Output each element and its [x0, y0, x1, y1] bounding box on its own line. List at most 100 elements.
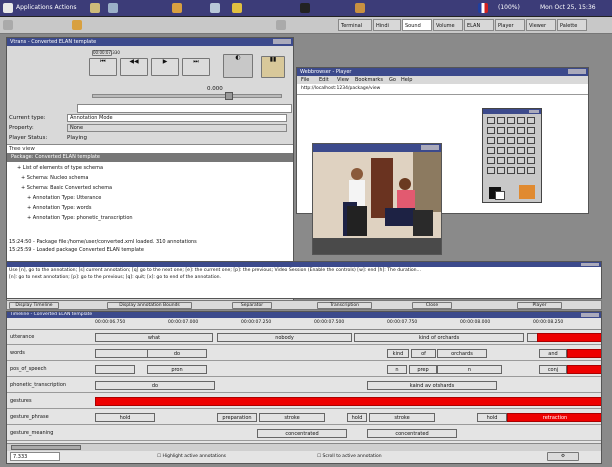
menu-go[interactable]: Go	[389, 76, 396, 84]
palette-tool-icon[interactable]	[487, 167, 495, 174]
forward-button[interactable]: ⏭	[182, 58, 210, 76]
palette-tool-icon[interactable]	[507, 137, 515, 144]
palette-tool-icon[interactable]	[517, 127, 525, 134]
palette-tool-icon[interactable]	[507, 157, 515, 164]
show-desktop-icon[interactable]	[3, 20, 13, 30]
palette-tool-icon[interactable]	[497, 167, 505, 174]
workspace-icon[interactable]	[276, 20, 286, 30]
play-button[interactable]: ▶	[151, 58, 179, 76]
task-item[interactable]: Player	[495, 19, 525, 31]
display-bounds-button[interactable]: Display annotation Bounds	[107, 302, 192, 309]
annotation[interactable]	[95, 365, 135, 374]
timeline-scrollbar[interactable]	[7, 443, 601, 451]
annotation[interactable]: do	[95, 381, 215, 390]
menu-file[interactable]: File	[301, 76, 309, 84]
task-item[interactable]: Viewer	[526, 19, 556, 31]
palette-tool-icon[interactable]	[497, 127, 505, 134]
task-item[interactable]: Hindi	[373, 19, 401, 31]
launcher-icon-3[interactable]	[172, 3, 182, 13]
close-button[interactable]: Close	[412, 302, 452, 309]
tier-name[interactable]: phonetic_transcription	[10, 382, 66, 388]
player-button[interactable]: Player	[517, 302, 562, 309]
task-item[interactable]: Terminal	[338, 19, 372, 31]
annotation[interactable]: orchards	[437, 349, 487, 358]
palette-tool-icon[interactable]	[507, 147, 515, 154]
task-item[interactable]: ELAN	[464, 19, 494, 31]
rewind-button[interactable]: ⏮	[89, 58, 117, 76]
pencil-icon[interactable]	[355, 3, 365, 13]
annotation[interactable]: hold	[95, 413, 155, 422]
palette-tool-icon[interactable]	[497, 117, 505, 124]
palette-tool-icon[interactable]	[527, 167, 535, 174]
tree-item[interactable]: + Schema: Nucleo schema	[21, 175, 88, 181]
task-item[interactable]: Sound	[402, 19, 432, 31]
palette-tool-icon[interactable]	[487, 147, 495, 154]
palette-tool-icon[interactable]	[517, 157, 525, 164]
jar-button[interactable]: ▮▮	[261, 56, 285, 78]
tier-name[interactable]: pos_of_speech	[10, 366, 47, 372]
annotation[interactable]: of	[411, 349, 436, 358]
annotation[interactable]: hold	[347, 413, 367, 422]
task-item[interactable]: Volume	[433, 19, 463, 31]
tier-name[interactable]: words	[10, 350, 25, 356]
annotation[interactable]	[567, 349, 601, 358]
browser-url[interactable]: http://localhost:1234/package/view	[301, 86, 380, 91]
gear-button[interactable]: ◐	[223, 54, 253, 78]
annotation[interactable]: prep	[409, 365, 437, 374]
tier-name[interactable]: gesture_meaning	[10, 430, 53, 436]
palette-tool-icon[interactable]	[517, 167, 525, 174]
annotation[interactable]	[95, 397, 601, 406]
stop-button[interactable]: ◀◀	[120, 58, 148, 76]
palette-tool-icon[interactable]	[527, 157, 535, 164]
annotation[interactable]: stroke	[369, 413, 435, 422]
tier-name[interactable]: utterance	[10, 334, 34, 340]
annotation[interactable]: retraction	[507, 413, 601, 422]
palette-tool-icon[interactable]	[527, 117, 535, 124]
palette-tool-icon[interactable]	[507, 117, 515, 124]
annotation[interactable]	[537, 333, 601, 342]
annotation[interactable]: concentrated	[257, 429, 347, 438]
launcher-icon-1[interactable]	[90, 3, 100, 13]
menu-bookmarks[interactable]: Bookmarks	[355, 76, 383, 84]
display-timeline-button[interactable]: Display Timeline	[9, 302, 59, 309]
palette-tool-icon[interactable]	[517, 137, 525, 144]
time-field[interactable]: 7.333	[10, 452, 60, 461]
window-buttons[interactable]	[529, 110, 539, 113]
palette-tool-icon[interactable]	[527, 137, 535, 144]
annotation[interactable]: nobody	[217, 333, 352, 342]
timeline-options-button[interactable]: ⚙	[547, 452, 579, 461]
video-frame[interactable]	[313, 152, 442, 255]
annotation[interactable]: do	[147, 349, 207, 358]
background-color-swatch[interactable]	[495, 191, 505, 200]
time-ruler[interactable]: 00:00:06.750 00:00:07.000 00:00:07.250 00:0…	[7, 318, 601, 330]
tree-item[interactable]: + Schema: Basic Converted schema	[21, 185, 112, 191]
window-buttons[interactable]	[581, 313, 599, 317]
transcription-button[interactable]: Transcription	[317, 302, 372, 309]
annotation[interactable]: and	[539, 349, 567, 358]
palette-tool-icon[interactable]	[507, 167, 515, 174]
palette-tool-icon[interactable]	[487, 127, 495, 134]
highlight-active-checkbox[interactable]: ☐ Highlight active annotations	[157, 454, 226, 459]
palette-tool-icon[interactable]	[487, 117, 495, 124]
menu-help[interactable]: Help	[401, 76, 412, 84]
launcher-icon-5[interactable]	[232, 3, 242, 13]
app-menu-label[interactable]: Applications Actions	[16, 3, 76, 13]
tier-name[interactable]: gesture_phrase	[10, 414, 49, 420]
palette-tool-icon[interactable]	[487, 137, 495, 144]
window-buttons[interactable]	[568, 69, 586, 74]
app-menu-icon[interactable]	[3, 3, 13, 13]
window-buttons[interactable]	[273, 39, 291, 44]
palette-tool-icon[interactable]	[487, 157, 495, 164]
window-buttons[interactable]	[581, 263, 599, 266]
annotation-field[interactable]	[77, 104, 292, 113]
annotation[interactable]: kind of orchards	[354, 333, 524, 342]
scrollbar-thumb[interactable]	[11, 445, 81, 450]
launcher-icon-2[interactable]	[108, 3, 118, 13]
annotation[interactable]: concentrated	[367, 429, 457, 438]
annotation[interactable]: kaind av otshards	[367, 381, 497, 390]
annotation[interactable]: n	[437, 365, 502, 374]
annotation[interactable]: stroke	[259, 413, 325, 422]
tree-item[interactable]: + Annotation Type: phonetic_transcriptio…	[27, 215, 133, 221]
palette-tool-icon[interactable]	[497, 147, 505, 154]
zoom-slider-thumb[interactable]	[225, 92, 233, 100]
